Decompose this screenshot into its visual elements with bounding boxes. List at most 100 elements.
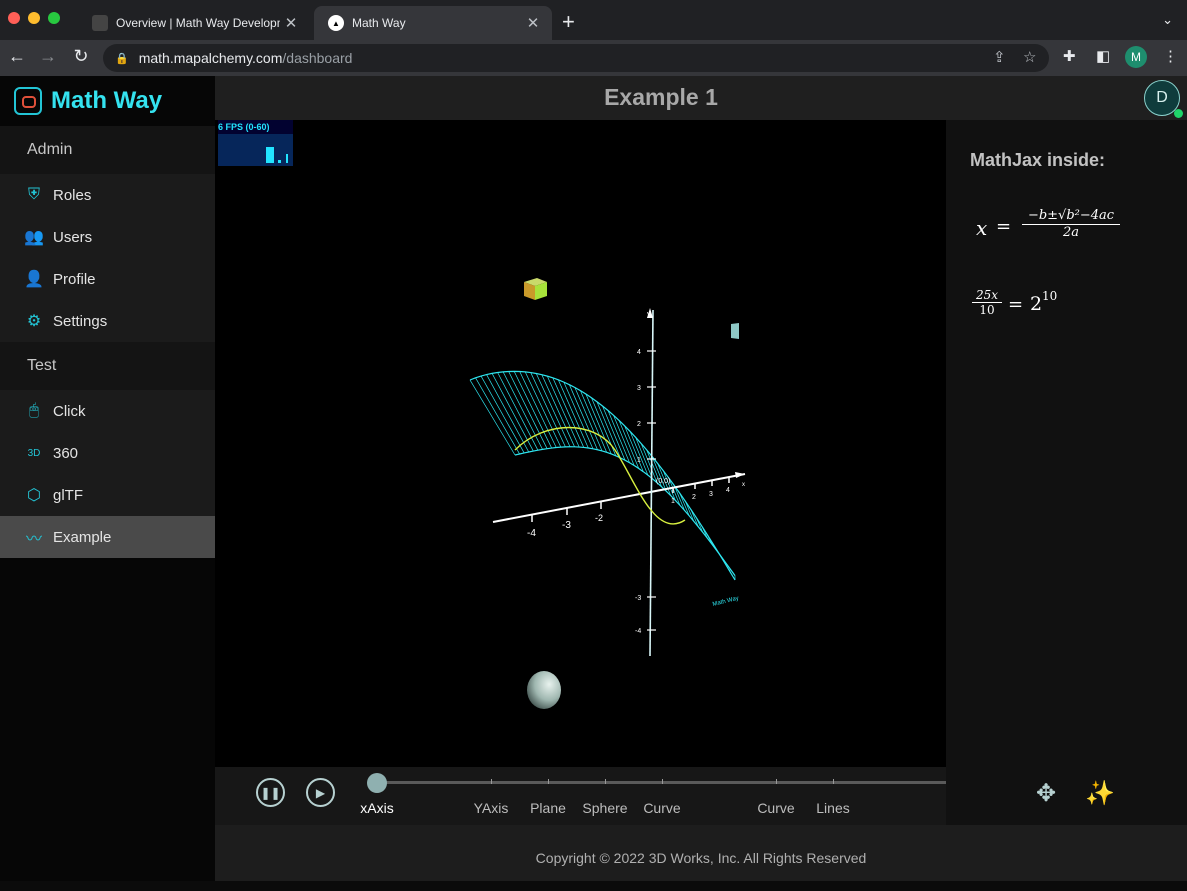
browser-profile-avatar[interactable]: M xyxy=(1125,46,1147,68)
sidebar-item-gltf[interactable]: ⬡ glTF xyxy=(0,474,215,516)
sidebar-item-click[interactable]: 🖱 Click xyxy=(0,390,215,432)
mark-xaxis[interactable]: xAxis xyxy=(360,800,393,816)
timeline-tick xyxy=(548,779,549,784)
pause-icon: ❚❚ xyxy=(260,785,281,800)
new-tab-plus-icon[interactable]: + xyxy=(562,9,575,35)
chevron-down-icon[interactable]: ⌄ xyxy=(1162,12,1173,28)
side-panel-icon[interactable]: ◧ xyxy=(1096,47,1110,65)
forward-arrow-icon[interactable]: → xyxy=(36,46,60,67)
wireframe-surface xyxy=(469,370,736,581)
watermark-label: Math Way xyxy=(712,596,739,608)
3d-viewport[interactable]: 6 FPS (0-60) -4 -3 -2 1 2 3 4 4 3 2 1 -3… xyxy=(215,120,946,767)
play-button[interactable]: ▶ xyxy=(306,778,335,807)
sidebar-item-label: Roles xyxy=(53,186,92,204)
close-window-button[interactable] xyxy=(8,12,20,24)
back-arrow-icon[interactable]: ← xyxy=(5,46,29,67)
mark-curve-2[interactable]: Curve xyxy=(757,800,794,816)
rotate-3d-icon: 3D xyxy=(27,447,41,459)
move-arrows-icon[interactable]: ✥ xyxy=(1036,779,1056,808)
x-axis-line xyxy=(492,473,746,523)
share-icon[interactable]: ⇪ xyxy=(993,44,1006,72)
sparkle-chart-icon[interactable]: ✨ xyxy=(1085,779,1115,808)
view-controls: ✥ ✨ xyxy=(946,767,1187,825)
wireframe-ruling xyxy=(596,401,621,459)
mouse-icon: 🖱 xyxy=(29,402,39,419)
sphere-object xyxy=(527,671,561,709)
online-status-dot xyxy=(1174,109,1183,118)
wireframe-ruling xyxy=(508,371,548,449)
sidebar-item-label: Click xyxy=(53,402,86,420)
y-axis-label: y xyxy=(647,311,651,318)
timeline-tick xyxy=(491,779,492,784)
pause-button[interactable]: ❚❚ xyxy=(256,778,285,807)
timeline-tick xyxy=(776,779,777,784)
x-tick-label: 1 xyxy=(671,498,675,505)
y-tick-label: 3 xyxy=(637,385,641,392)
copyright-text: Copyright © 2022 3D Works, Inc. All Righ… xyxy=(535,850,867,866)
mark-curve[interactable]: Curve xyxy=(643,800,680,816)
star-bookmark-icon[interactable]: ☆ xyxy=(1023,44,1036,72)
tab-overview[interactable]: Overview | Math Way Developm ✕ xyxy=(78,6,310,40)
x-tick-label: -3 xyxy=(562,520,571,531)
sidebar-item-label: glTF xyxy=(53,486,83,504)
sidebar-item-label: Settings xyxy=(53,312,108,330)
math-way-logo-icon xyxy=(14,87,42,115)
maximize-window-button[interactable] xyxy=(48,12,60,24)
gear-icon: ⚙ xyxy=(26,313,42,330)
close-tab-icon[interactable]: ✕ xyxy=(280,14,302,32)
play-icon: ▶ xyxy=(315,785,326,800)
x-tick-label: -2 xyxy=(595,513,603,523)
wireframe-ruling xyxy=(480,375,525,454)
sidebar-item-example[interactable]: 〰 Example xyxy=(0,516,215,558)
sidebar-item-label: Users xyxy=(53,228,93,246)
minimize-window-button[interactable] xyxy=(28,12,40,24)
timeline-tick xyxy=(605,779,606,784)
close-tab-icon[interactable]: ✕ xyxy=(522,14,544,32)
sidebar-item-roles[interactable]: ⛨ Roles xyxy=(0,174,215,216)
brand-name: Math Way xyxy=(51,87,163,114)
tab-title: Math Way xyxy=(352,16,406,30)
timeline-thumb[interactable] xyxy=(367,773,387,793)
mark-yaxis[interactable]: YAxis xyxy=(474,800,509,816)
sidebar-item-users[interactable]: 👥 Users xyxy=(0,216,215,258)
y-tick-label: 1 xyxy=(637,457,641,464)
wireframe-ruling xyxy=(651,456,667,492)
address-bar[interactable]: 🔒 math.mapalchemy.com/dashboard ⇪ ☆ xyxy=(103,44,1049,72)
users-icon: 👥 xyxy=(24,229,44,246)
trend-line-icon: 〰 xyxy=(25,531,42,548)
sidebar-item-settings[interactable]: ⚙ Settings xyxy=(0,300,215,342)
person-icon: 👤 xyxy=(24,271,44,288)
tab-math-way[interactable]: ▲ Math Way ✕ xyxy=(314,6,552,40)
app-header: Example 1 D xyxy=(215,76,1187,120)
kebab-menu-icon[interactable]: ⋮ xyxy=(1163,47,1178,65)
cube-object xyxy=(524,278,547,300)
timeline-controls: ❚❚ ▶ xAxis YAxis Plane Sphere Curve Curv… xyxy=(215,767,946,825)
url-path: /dashboard xyxy=(282,50,353,66)
sidebar-item-360[interactable]: 3D 360 xyxy=(0,432,215,474)
reload-icon[interactable]: ↻ xyxy=(69,46,93,67)
url-host: math.mapalchemy.com xyxy=(138,50,283,66)
extensions-puzzle-icon[interactable]: ✚ xyxy=(1063,47,1076,65)
sidebar-item-profile[interactable]: 👤 Profile xyxy=(0,258,215,300)
shield-icon: ⛨ xyxy=(27,186,40,203)
wireframe-ruling xyxy=(552,377,585,448)
lock-icon: 🔒 xyxy=(115,52,129,65)
cube-scan-icon: ⬡ xyxy=(27,487,41,504)
section-test-heading: Test xyxy=(0,342,215,390)
footer: Copyright © 2022 3D Works, Inc. All Righ… xyxy=(215,825,1187,881)
browser-tab-bar: Overview | Math Way Developm ✕ ▲ Math Wa… xyxy=(0,0,1187,40)
y-axis-line xyxy=(649,309,654,657)
wireframe-ruling xyxy=(469,379,516,456)
wireframe-ruling xyxy=(486,374,530,453)
x-tick-label: 4 xyxy=(726,487,730,494)
wireframe-edge xyxy=(469,370,736,581)
mark-plane[interactable]: Plane xyxy=(530,800,566,816)
plane-object xyxy=(731,323,739,339)
mark-sphere[interactable]: Sphere xyxy=(582,800,627,816)
brand[interactable]: Math Way xyxy=(0,76,215,126)
y-tick-label: 4 xyxy=(637,349,641,356)
y-tick-label: 2 xyxy=(637,421,641,428)
x-tick-label: 3 xyxy=(709,491,713,498)
mark-lines[interactable]: Lines xyxy=(816,800,849,816)
scene-canvas: -4 -3 -2 1 2 3 4 4 3 2 1 -3 -4 y x (0,0)… xyxy=(469,278,746,709)
